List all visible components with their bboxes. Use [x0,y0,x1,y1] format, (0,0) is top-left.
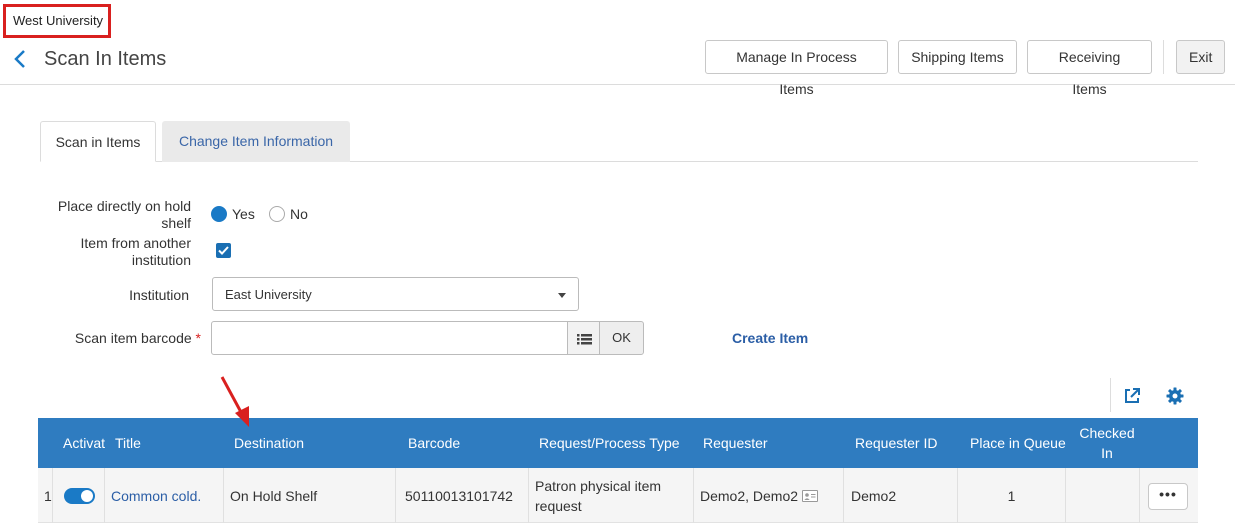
col-divider [843,468,844,523]
active-toggle[interactable] [64,488,95,504]
hold-shelf-yes-radio[interactable] [211,206,227,222]
hold-shelf-label-line2: shelf [161,215,191,231]
another-institution-label-line2: institution [131,252,191,268]
request-type-cell: Patron physical item request [535,476,661,516]
column-header-place-in-queue[interactable]: Place in Queue [970,433,1066,453]
column-header-request-type[interactable]: Request/Process Type [539,433,680,453]
checked-in-line2: In [1101,445,1113,461]
another-institution-label: Item from another institution [40,235,192,269]
tab-change-item-information[interactable]: Change Item Information [162,121,350,162]
title-link[interactable]: Common cold. [111,486,201,506]
table-row: 1 Common cold. On Hold Shelf 50110013101… [38,468,1198,523]
request-type-line1: Patron physical item [535,478,662,494]
institution-select[interactable]: East University [212,277,579,311]
export-icon[interactable] [1123,387,1141,405]
col-divider [395,468,396,523]
column-header-requester[interactable]: Requester [703,433,768,453]
create-item-link[interactable]: Create Item [732,330,808,346]
institution-select-value: East University [225,287,312,302]
col-divider [52,468,53,523]
toolbar-divider [1110,378,1111,412]
hold-shelf-yes-label: Yes [232,206,255,222]
hold-shelf-no-radio[interactable] [269,206,285,222]
tab-scan-in-items[interactable]: Scan in Items [40,121,156,162]
destination-cell: On Hold Shelf [230,488,318,504]
id-card-icon[interactable] [802,490,819,502]
institution-badge: West University [3,4,111,38]
col-divider [104,468,105,523]
header-divider [1163,40,1164,74]
required-marker: * [195,330,201,346]
another-institution-label-line1: Item from another [80,235,192,251]
column-header-barcode[interactable]: Barcode [408,433,460,453]
barcode-input[interactable] [211,321,568,355]
barcode-cell: 50110013101742 [405,488,513,504]
institution-label: Institution [129,287,189,303]
col-divider [693,468,694,523]
place-in-queue-cell: 1 [1007,488,1016,504]
chevron-left-icon[interactable] [12,47,30,71]
ok-button[interactable]: OK [599,321,644,355]
request-type-line2: request [535,498,582,514]
column-header-requester-id[interactable]: Requester ID [855,433,937,453]
hold-shelf-label: Place directly on hold shelf [40,198,191,232]
hold-shelf-label-line1: Place directly on hold [57,198,191,214]
column-header-active[interactable]: Activat [63,433,105,453]
col-divider [1139,468,1140,523]
column-header-destination[interactable]: Destination [234,433,304,453]
table-header: Activat Title Destination Barcode Reques… [38,418,1198,468]
col-divider [528,468,529,523]
checked-in-line1: Checked [1079,425,1135,441]
tab-bar: Scan in Items Change Item Information [40,121,1198,162]
list-icon [577,334,592,345]
col-divider [223,468,224,523]
requester-name: Demo2, Demo2 [700,488,799,504]
receiving-items-button[interactable]: Receiving Items [1027,40,1152,97]
requester-cell: Demo2, Demo2 [700,486,819,506]
gear-icon[interactable] [1166,387,1184,405]
page-header: Scan In Items Manage In Process Items Sh… [0,38,1235,97]
exit-button[interactable]: Exit [1176,40,1225,74]
column-header-checked-in[interactable]: Checked In [1068,423,1146,463]
requester-id-cell: Demo2 [851,488,897,504]
column-header-title[interactable]: Title [115,433,141,453]
manage-in-process-items-button[interactable]: Manage In Process Items [705,40,888,97]
row-index: 1 [44,488,52,504]
hold-shelf-no-label: No [290,206,308,222]
page-title: Scan In Items [44,48,167,70]
col-divider [1065,468,1066,523]
toggle-knob [81,490,93,502]
another-institution-checkbox[interactable] [216,243,231,258]
barcode-list-button[interactable] [567,321,600,355]
row-actions-button[interactable]: ••• [1148,483,1188,510]
barcode-label-text: Scan item barcode [74,330,192,346]
shipping-items-button[interactable]: Shipping Items [898,40,1017,74]
caret-down-icon [558,293,566,298]
barcode-label: Scan item barcode * [40,330,201,347]
check-icon [218,246,229,255]
